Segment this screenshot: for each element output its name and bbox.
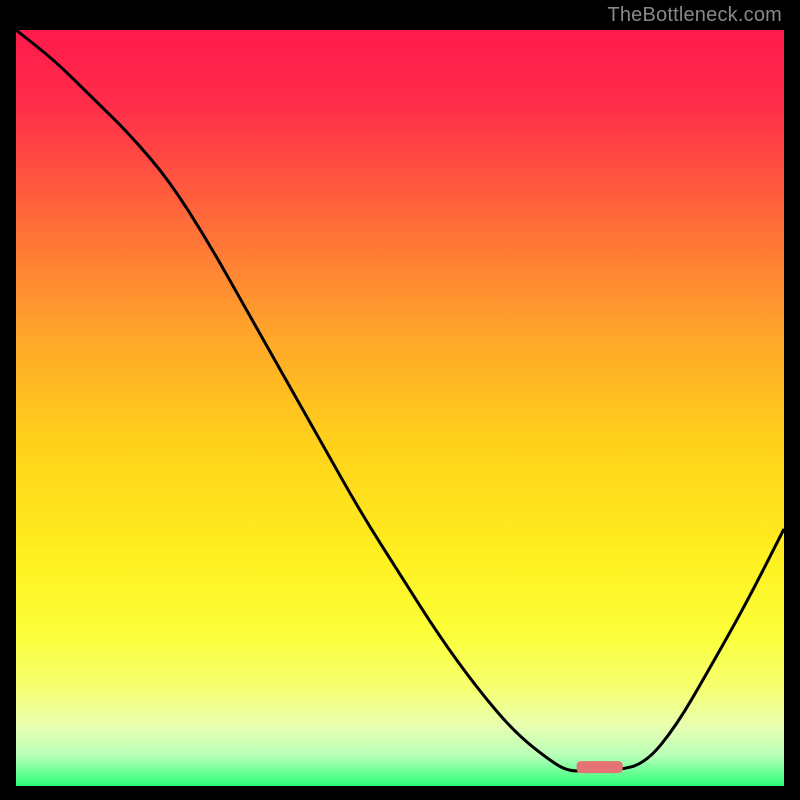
bottleneck-chart bbox=[16, 30, 784, 786]
optimal-marker bbox=[577, 761, 623, 773]
chart-background bbox=[16, 30, 784, 786]
chart-container bbox=[16, 30, 784, 786]
attribution-label: TheBottleneck.com bbox=[607, 4, 782, 27]
